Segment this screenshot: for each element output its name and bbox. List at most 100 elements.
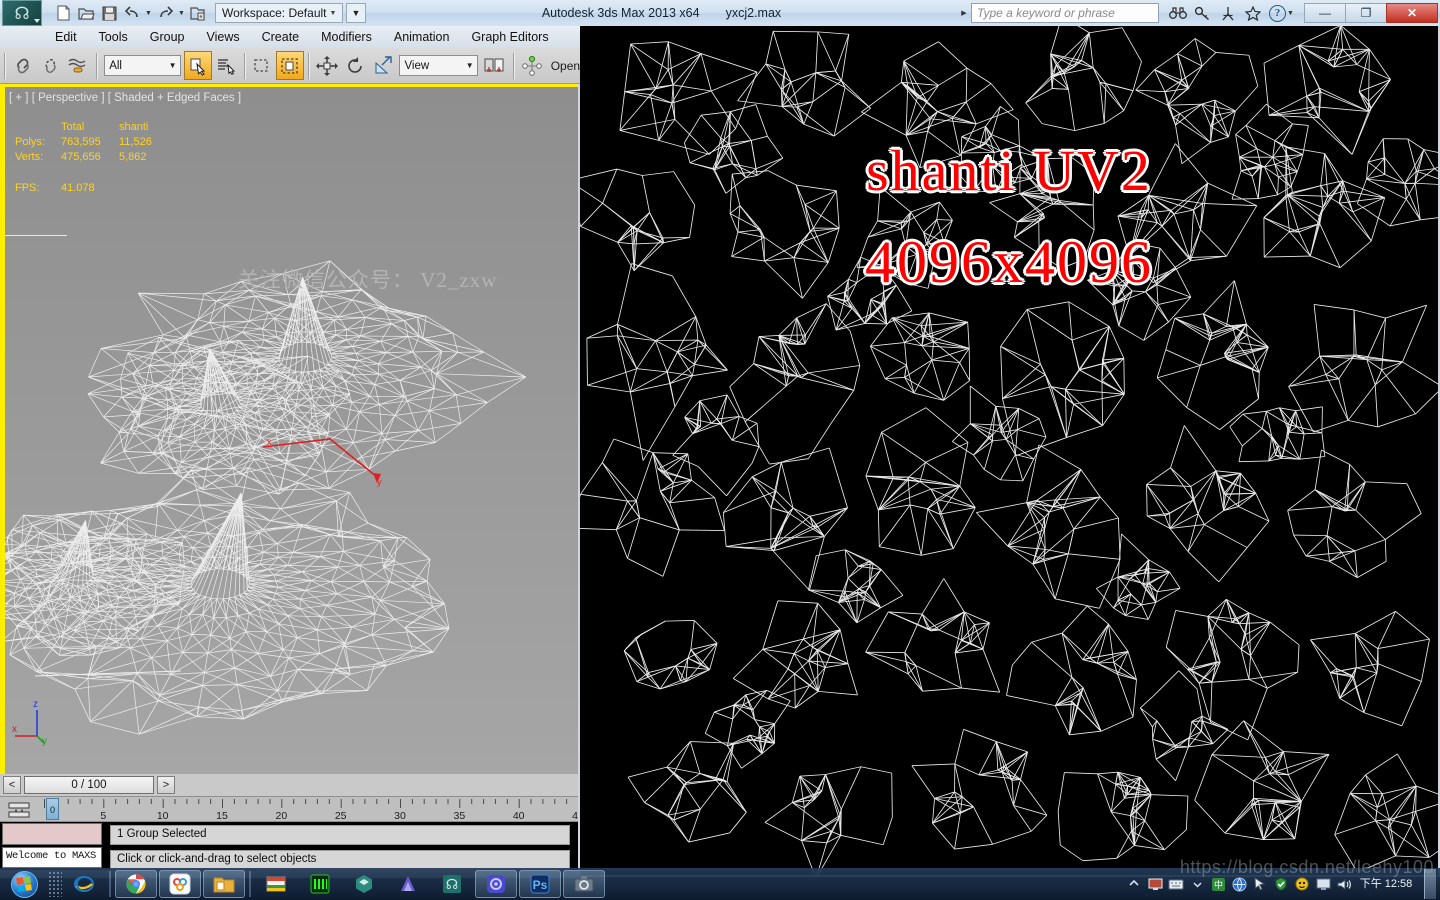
viewport-label[interactable]: [ + ] [ Perspective ] [ Shaded + Edged F… bbox=[9, 92, 241, 104]
tray-security-icon[interactable] bbox=[1273, 876, 1289, 892]
rectangular-selection-region-button[interactable] bbox=[249, 51, 277, 80]
menu-item-animation[interactable]: Animation bbox=[383, 27, 461, 47]
window-controls: — ❐ ✕ bbox=[1304, 3, 1438, 23]
use-pivot-point-center-button[interactable] bbox=[481, 51, 509, 80]
taskbar-app-google-chrome-icon[interactable] bbox=[115, 870, 157, 898]
compass-icon[interactable] bbox=[1217, 3, 1238, 24]
tray-input-method-icon[interactable]: 中 bbox=[1210, 876, 1226, 892]
key-icon[interactable] bbox=[1192, 3, 1213, 24]
selection-status: 1 Group Selected bbox=[110, 825, 570, 845]
svg-text:Ps: Ps bbox=[533, 878, 548, 892]
taskbar-app-marmoset-icon[interactable] bbox=[475, 870, 517, 898]
menu-item-group[interactable]: Group bbox=[139, 27, 196, 47]
menu-item-views[interactable]: Views bbox=[195, 27, 250, 47]
previous-frame-button[interactable]: < bbox=[3, 776, 21, 794]
project-folder-icon[interactable] bbox=[187, 3, 209, 24]
close-button[interactable]: ✕ bbox=[1386, 3, 1438, 23]
new-file-icon[interactable] bbox=[52, 3, 74, 24]
chevron-right-icon[interactable]: ▶ bbox=[957, 3, 971, 24]
help-button[interactable]: ? ▼ bbox=[1269, 3, 1295, 23]
search-input[interactable]: Type a keyword or phrase bbox=[971, 3, 1159, 23]
time-slider-handle[interactable]: 0 bbox=[46, 798, 59, 820]
stats-row-verts: Verts: 475,656 5,862 bbox=[15, 150, 161, 165]
uv-editor-panel[interactable]: shanti UV2 4096x4096 bbox=[578, 24, 1440, 877]
current-frame-readout[interactable]: 0 / 100 bbox=[24, 776, 154, 794]
tray-arrow-icon[interactable] bbox=[1252, 876, 1268, 892]
select-and-rotate-button[interactable] bbox=[341, 51, 369, 80]
taskbar-app-media-player-icon[interactable] bbox=[159, 870, 201, 898]
toolbar-separator bbox=[308, 52, 310, 79]
tray-network-icon[interactable] bbox=[1231, 876, 1247, 892]
maximize-button[interactable]: ❐ bbox=[1345, 3, 1387, 23]
taskbar-handle[interactable] bbox=[48, 871, 62, 897]
svg-text:z: z bbox=[33, 699, 38, 710]
next-frame-button[interactable]: > bbox=[157, 776, 175, 794]
tray-keyboard-icon[interactable] bbox=[1168, 876, 1184, 892]
redo-icon[interactable] bbox=[154, 3, 176, 24]
svg-text:5: 5 bbox=[100, 810, 106, 822]
select-object-button[interactable] bbox=[184, 51, 212, 80]
select-and-manipulate-button[interactable] bbox=[518, 51, 546, 80]
info-center-tools bbox=[1167, 3, 1263, 24]
application-window: shanti UV2 4096x4096 ☊ ▼ ▼ Workspace: De… bbox=[0, 0, 1440, 900]
tray-antivirus-icon[interactable] bbox=[1294, 876, 1310, 892]
taskbar-app-substance-icon[interactable] bbox=[387, 870, 429, 898]
show-desktop-button[interactable] bbox=[1424, 869, 1436, 899]
windows-taskbar: ☊ Ps 中 下午 12:58 bbox=[0, 868, 1440, 900]
undo-dropdown-caret-icon[interactable]: ▼ bbox=[144, 3, 153, 23]
binoculars-icon[interactable] bbox=[1167, 3, 1188, 24]
menu-item-modifiers[interactable]: Modifiers bbox=[310, 27, 383, 47]
start-button[interactable] bbox=[0, 869, 48, 899]
taskbar-clock[interactable]: 下午 12:58 bbox=[1357, 878, 1415, 891]
listener-output-pane[interactable]: Welcome to MAXS bbox=[2, 847, 102, 868]
taskbar-app-winrar-icon[interactable] bbox=[255, 870, 297, 898]
taskbar-app-3dsmax-icon[interactable]: ☊ bbox=[431, 870, 473, 898]
coordinate-system-dropdown[interactable]: View ▼ bbox=[399, 55, 479, 76]
stats-header-object: shanti bbox=[119, 121, 149, 133]
menu-item-tools[interactable]: Tools bbox=[88, 27, 139, 47]
unlink-selection-button[interactable] bbox=[37, 51, 65, 80]
window-crossing-toggle-button[interactable] bbox=[276, 51, 305, 80]
bind-to-space-warp-button[interactable] bbox=[64, 51, 92, 80]
minimize-button[interactable]: — bbox=[1304, 3, 1346, 23]
tray-chevron-icon[interactable] bbox=[1189, 876, 1205, 892]
tray-expand-icon[interactable] bbox=[1126, 876, 1142, 892]
svg-text:中: 中 bbox=[1213, 879, 1222, 890]
uv-unwrap-canvas[interactable] bbox=[580, 26, 1438, 875]
taskbar-app-unity-icon[interactable] bbox=[343, 870, 385, 898]
redo-dropdown-caret-icon[interactable]: ▼ bbox=[177, 3, 186, 23]
application-menu-button[interactable]: ☊ bbox=[2, 0, 42, 26]
workspace-dropdown-button[interactable]: ▼ bbox=[346, 3, 366, 23]
menu-item-graph-editors[interactable]: Graph Editors bbox=[460, 27, 559, 47]
select-and-link-button[interactable] bbox=[9, 51, 37, 80]
workspace-selector[interactable]: Workspace: Default ▼ bbox=[215, 3, 343, 23]
favorites-star-icon[interactable] bbox=[1242, 3, 1263, 24]
listener-input-pane[interactable] bbox=[2, 823, 102, 845]
tray-display-icon[interactable] bbox=[1315, 876, 1331, 892]
taskbar-app-qq-browser-icon[interactable] bbox=[299, 870, 341, 898]
stats-polys-total: 763,595 bbox=[61, 136, 101, 148]
tray-volume-icon[interactable] bbox=[1336, 876, 1352, 892]
key-mode-icon[interactable] bbox=[8, 801, 30, 819]
taskbar-app-file-explorer-icon[interactable] bbox=[203, 870, 245, 898]
app-title-text: Autodesk 3ds Max 2013 x64 bbox=[541, 6, 700, 20]
taskbar-app-internet-explorer-icon[interactable] bbox=[63, 870, 105, 898]
taskbar-app-photoshop-icon[interactable]: Ps bbox=[519, 870, 561, 898]
timeline-ruler[interactable]: 0 5 10 15 20 25 30 35 40 45 bbox=[44, 797, 578, 822]
select-and-scale-button[interactable] bbox=[369, 51, 397, 80]
select-by-name-button[interactable] bbox=[212, 51, 240, 80]
open-file-icon[interactable] bbox=[75, 3, 97, 24]
menu-item-edit[interactable]: Edit bbox=[44, 27, 88, 47]
selection-filter-dropdown[interactable]: All ▼ bbox=[104, 55, 182, 76]
toolbar-separator bbox=[512, 52, 514, 79]
menu-item-create[interactable]: Create bbox=[251, 27, 311, 47]
tray-monitor-icon[interactable] bbox=[1147, 876, 1163, 892]
select-and-move-button[interactable] bbox=[313, 51, 341, 80]
track-bar[interactable]: 0 5 10 15 20 25 30 35 40 45 0 bbox=[0, 796, 578, 822]
undo-icon[interactable] bbox=[121, 3, 143, 24]
chevron-down-icon[interactable]: ▼ bbox=[1286, 3, 1295, 23]
taskbar-app-screenshot-tool-icon[interactable] bbox=[563, 870, 605, 898]
save-file-icon[interactable] bbox=[98, 3, 120, 24]
maxscript-listener[interactable]: Welcome to MAXS bbox=[0, 822, 105, 870]
perspective-viewport[interactable]: x y [ + ] [ Perspective ] [ Shaded + Edg… bbox=[0, 84, 578, 774]
